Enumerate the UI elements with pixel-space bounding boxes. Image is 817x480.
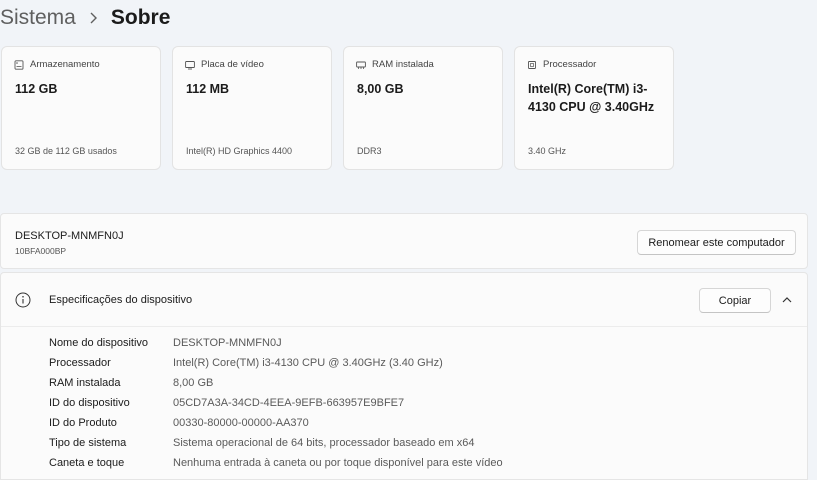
card-sub: Intel(R) HD Graphics 4400 <box>186 146 293 156</box>
specs-header[interactable]: Especificações do dispositivo Copiar <box>1 273 807 327</box>
spec-label: Nome do dispositivo <box>49 337 149 349</box>
storage-icon <box>14 59 24 70</box>
spec-value: Sistema operacional de 64 bits, processa… <box>173 437 475 449</box>
card-value: Intel(R) Core(TM) i3-4130 CPU @ 3.40GHz <box>528 82 655 114</box>
card-sub: 3.40 GHz <box>528 146 567 156</box>
device-model: 10BFA000BP <box>15 246 67 256</box>
card-value: 8,00 GB <box>357 82 404 96</box>
gpu-icon <box>185 60 195 69</box>
cpu-card[interactable]: Processador Intel(R) Core(TM) i3-4130 CP… <box>514 46 674 170</box>
card-label: Placa de vídeo <box>201 59 264 70</box>
spec-row: Caneta e toque Nenhuma entrada à caneta … <box>49 453 503 473</box>
spec-row: RAM instalada 8,00 GB <box>49 373 213 393</box>
spec-label: Caneta e toque <box>49 457 125 469</box>
cpu-icon <box>528 60 536 69</box>
copy-button[interactable]: Copiar <box>699 288 771 313</box>
spec-value: DESKTOP-MNMFN0J <box>173 337 282 349</box>
spec-value: 8,00 GB <box>173 377 214 389</box>
spec-label: Processador <box>49 357 111 369</box>
spec-label: ID do dispositivo <box>49 397 130 409</box>
spec-value: Nenhuma entrada à caneta ou por toque di… <box>173 457 503 469</box>
card-sub: DDR3 <box>357 146 382 156</box>
gpu-card[interactable]: Placa de vídeo 112 MB Intel(R) HD Graphi… <box>172 46 332 170</box>
card-value: 112 GB <box>15 82 58 96</box>
spec-value: 05CD7A3A-34CD-4EEA-9EFB-663957E9BFE7 <box>173 397 405 409</box>
chevron-up-icon[interactable] <box>781 295 793 305</box>
spec-label: RAM instalada <box>49 377 121 389</box>
spec-row: ID do Produto 00330-80000-00000-AA370 <box>49 413 309 433</box>
spec-label: ID do Produto <box>49 417 117 429</box>
card-value: 112 MB <box>186 82 230 96</box>
spec-value: 00330-80000-00000-AA370 <box>173 417 309 429</box>
card-label: RAM instalada <box>372 59 434 70</box>
breadcrumb: Sistema Sobre <box>0 4 170 32</box>
card-sub: 32 GB de 112 GB usados <box>15 146 117 156</box>
spec-row: Nome do dispositivo DESKTOP-MNMFN0J <box>49 333 282 353</box>
info-icon <box>15 292 31 308</box>
device-name: DESKTOP-MNMFN0J <box>15 230 124 242</box>
specs-title: Especificações do dispositivo <box>49 294 193 306</box>
chevron-right-icon <box>89 12 97 24</box>
card-label: Armazenamento <box>30 59 100 70</box>
card-label: Processador <box>543 59 597 70</box>
page-title: Sobre <box>110 6 171 29</box>
storage-card[interactable]: Armazenamento 112 GB 32 GB de 112 GB usa… <box>1 46 161 170</box>
breadcrumb-parent[interactable]: Sistema <box>0 6 76 30</box>
spec-label: Tipo de sistema <box>49 437 127 449</box>
ram-card[interactable]: RAM instalada 8,00 GB DDR3 <box>343 46 503 170</box>
rename-computer-button[interactable]: Renomear este computador <box>637 230 796 255</box>
spec-row: ID do dispositivo 05CD7A3A-34CD-4EEA-9EF… <box>49 393 404 413</box>
device-name-panel: DESKTOP-MNMFN0J 10BFA000BP Renomear este… <box>0 213 808 269</box>
spec-row: Tipo de sistema Sistema operacional de 6… <box>49 433 474 453</box>
ram-icon <box>356 61 366 69</box>
spec-row: Processador Intel(R) Core(TM) i3-4130 CP… <box>49 353 443 373</box>
device-specs-panel: Especificações do dispositivo Copiar Nom… <box>0 272 808 480</box>
spec-value: Intel(R) Core(TM) i3-4130 CPU @ 3.40GHz … <box>173 357 443 369</box>
